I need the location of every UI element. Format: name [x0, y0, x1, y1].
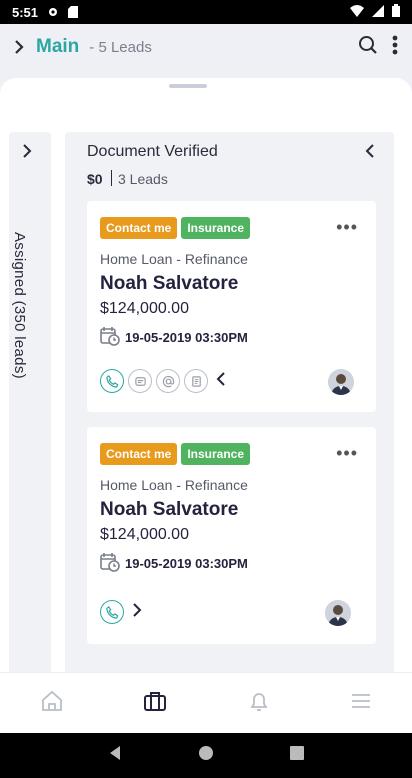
- home-circle-icon[interactable]: [198, 745, 214, 766]
- more-horizontal-icon[interactable]: •••: [336, 443, 358, 464]
- lead-card[interactable]: Contact me Insurance ••• Home Loan - Ref…: [87, 201, 376, 412]
- more-vertical-icon[interactable]: [392, 35, 398, 60]
- bottom-navigation: [0, 672, 412, 733]
- tag-contact-me: Contact me: [100, 443, 178, 465]
- status-time: 5:51: [12, 4, 39, 20]
- divider: [111, 170, 112, 186]
- tag-insurance: Insurance: [181, 217, 251, 239]
- chevron-left-icon[interactable]: [365, 144, 375, 163]
- assignee-avatar[interactable]: [328, 369, 354, 395]
- lead-name: Noah Salvatore: [100, 499, 239, 520]
- lead-date: 19-05-2019 03:30PM: [125, 556, 248, 571]
- lead-count-subtitle: - 5 Leads: [89, 38, 152, 56]
- menu-icon[interactable]: [350, 692, 372, 715]
- lead-name: Noah Salvatore: [100, 273, 239, 294]
- loan-type: Home Loan - Refinance: [100, 477, 248, 493]
- board-sheet: Assigned (350 leads) Document Verified $…: [0, 78, 412, 673]
- briefcase-icon[interactable]: [143, 689, 167, 718]
- chevron-left-icon[interactable]: [216, 371, 226, 391]
- app-header: Main - 5 Leads: [0, 24, 412, 70]
- calendar-clock-icon: [100, 552, 120, 575]
- email-at-icon[interactable]: [156, 369, 180, 393]
- settings-gear-icon: [46, 5, 60, 19]
- sd-card-icon: [66, 5, 80, 19]
- column-document-verified: Document Verified $0 3 Leads Contact me …: [65, 132, 394, 673]
- drag-handle[interactable]: [169, 84, 207, 88]
- phone-icon[interactable]: [100, 369, 124, 393]
- phone-icon[interactable]: [100, 600, 124, 624]
- tag-insurance: Insurance: [181, 443, 251, 465]
- loan-type: Home Loan - Refinance: [100, 251, 248, 267]
- lead-date: 19-05-2019 03:30PM: [125, 330, 248, 345]
- chevron-right-icon[interactable]: [132, 602, 142, 622]
- column-title: Document Verified: [87, 143, 218, 160]
- bell-icon[interactable]: [247, 689, 271, 718]
- chat-icon[interactable]: [128, 369, 152, 393]
- back-triangle-icon[interactable]: [107, 745, 123, 766]
- home-icon[interactable]: [40, 689, 64, 718]
- lead-card[interactable]: Contact me Insurance ••• Home Loan - Ref…: [87, 427, 376, 644]
- search-icon[interactable]: [358, 35, 378, 60]
- status-bar: 5:51: [0, 0, 412, 24]
- recents-square-icon[interactable]: [289, 745, 305, 766]
- chevron-right-icon[interactable]: [22, 144, 32, 163]
- more-horizontal-icon[interactable]: •••: [336, 217, 358, 238]
- battery-icon: [392, 4, 400, 20]
- system-navigation-bar: [0, 733, 412, 778]
- lead-amount: $124,000.00: [100, 300, 189, 317]
- wifi-icon: [350, 4, 364, 20]
- assignee-avatar[interactable]: [325, 600, 351, 626]
- chevron-right-icon[interactable]: [14, 39, 30, 55]
- column-amount: $0: [87, 171, 103, 187]
- collapsed-column-assigned[interactable]: Assigned (350 leads): [9, 132, 51, 673]
- signal-icon: [372, 4, 384, 20]
- lead-amount: $124,000.00: [100, 526, 189, 543]
- page-title[interactable]: Main: [36, 36, 79, 58]
- tag-contact-me: Contact me: [100, 217, 178, 239]
- column-lead-count: 3 Leads: [118, 171, 168, 187]
- calendar-clock-icon: [100, 326, 120, 349]
- document-icon[interactable]: [184, 369, 208, 393]
- collapsed-column-label: Assigned (350 leads): [11, 232, 28, 379]
